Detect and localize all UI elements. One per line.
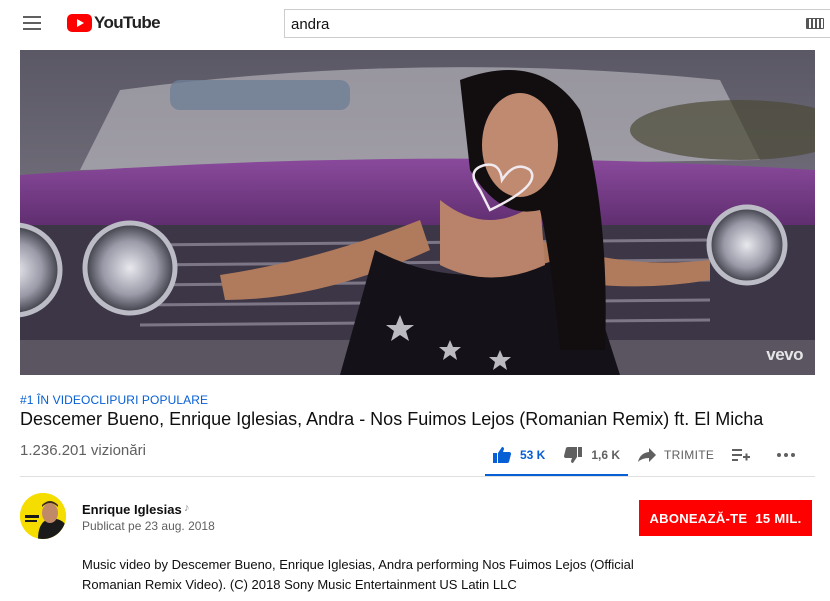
search-input[interactable] <box>291 14 791 34</box>
subscribe-label: ABONEAZĂ-TE <box>649 510 748 526</box>
menu-icon[interactable] <box>20 12 44 34</box>
video-description: Music video by Descemer Bueno, Enrique I… <box>82 555 682 595</box>
description-line: Romanian Remix Video). (C) 2018 Sony Mus… <box>82 577 517 592</box>
play-logo-icon <box>67 14 92 32</box>
more-actions-button[interactable] <box>776 452 804 458</box>
subscribe-button[interactable]: ABONEAZĂ-TE 15 MIL. <box>639 500 812 536</box>
video-frame <box>20 50 815 375</box>
publish-date: Publicat pe 23 aug. 2018 <box>82 519 215 533</box>
dislike-button[interactable]: 1,6 K <box>563 446 620 464</box>
playlist-add-icon <box>732 449 751 461</box>
channel-avatar[interactable] <box>20 493 66 539</box>
youtube-logo[interactable]: YouTube <box>67 12 161 34</box>
share-button[interactable]: TRIMITE <box>638 448 714 462</box>
description-line: Music video by Descemer Bueno, Enrique I… <box>82 557 634 572</box>
thumbs-down-icon <box>564 447 583 463</box>
video-player[interactable]: vevo <box>20 50 815 375</box>
vevo-watermark: vevo <box>766 345 803 364</box>
channel-name[interactable]: Enrique Iglesias <box>82 502 182 517</box>
masthead: YouTube <box>0 0 830 47</box>
subscriber-count: 15 MIL. <box>755 510 802 526</box>
thumbs-up-icon <box>493 447 511 463</box>
avatar-image <box>20 493 66 539</box>
like-button[interactable]: 53 K <box>492 446 545 464</box>
music-note-icon: ♪ <box>184 502 190 514</box>
video-title: Descemer Bueno, Enrique Iglesias, Andra … <box>20 409 764 429</box>
logo-text: YouTube <box>94 13 161 32</box>
like-count: 53 K <box>520 448 546 462</box>
share-label: TRIMITE <box>664 448 715 462</box>
search-box <box>284 9 830 38</box>
video-actions: 53 K 1,6 K TRIMITE <box>485 437 822 473</box>
save-to-playlist-button[interactable] <box>732 448 758 462</box>
share-icon <box>638 448 657 462</box>
more-horizontal-icon <box>777 453 796 457</box>
divider <box>20 476 815 477</box>
trending-tag[interactable]: #1 ÎN VIDEOCLIPURI POPULARE <box>20 393 208 407</box>
dislike-count: 1,6 K <box>591 448 621 462</box>
view-count: 1.236.201 vizionări <box>20 442 146 459</box>
keyboard-icon[interactable] <box>806 18 824 29</box>
